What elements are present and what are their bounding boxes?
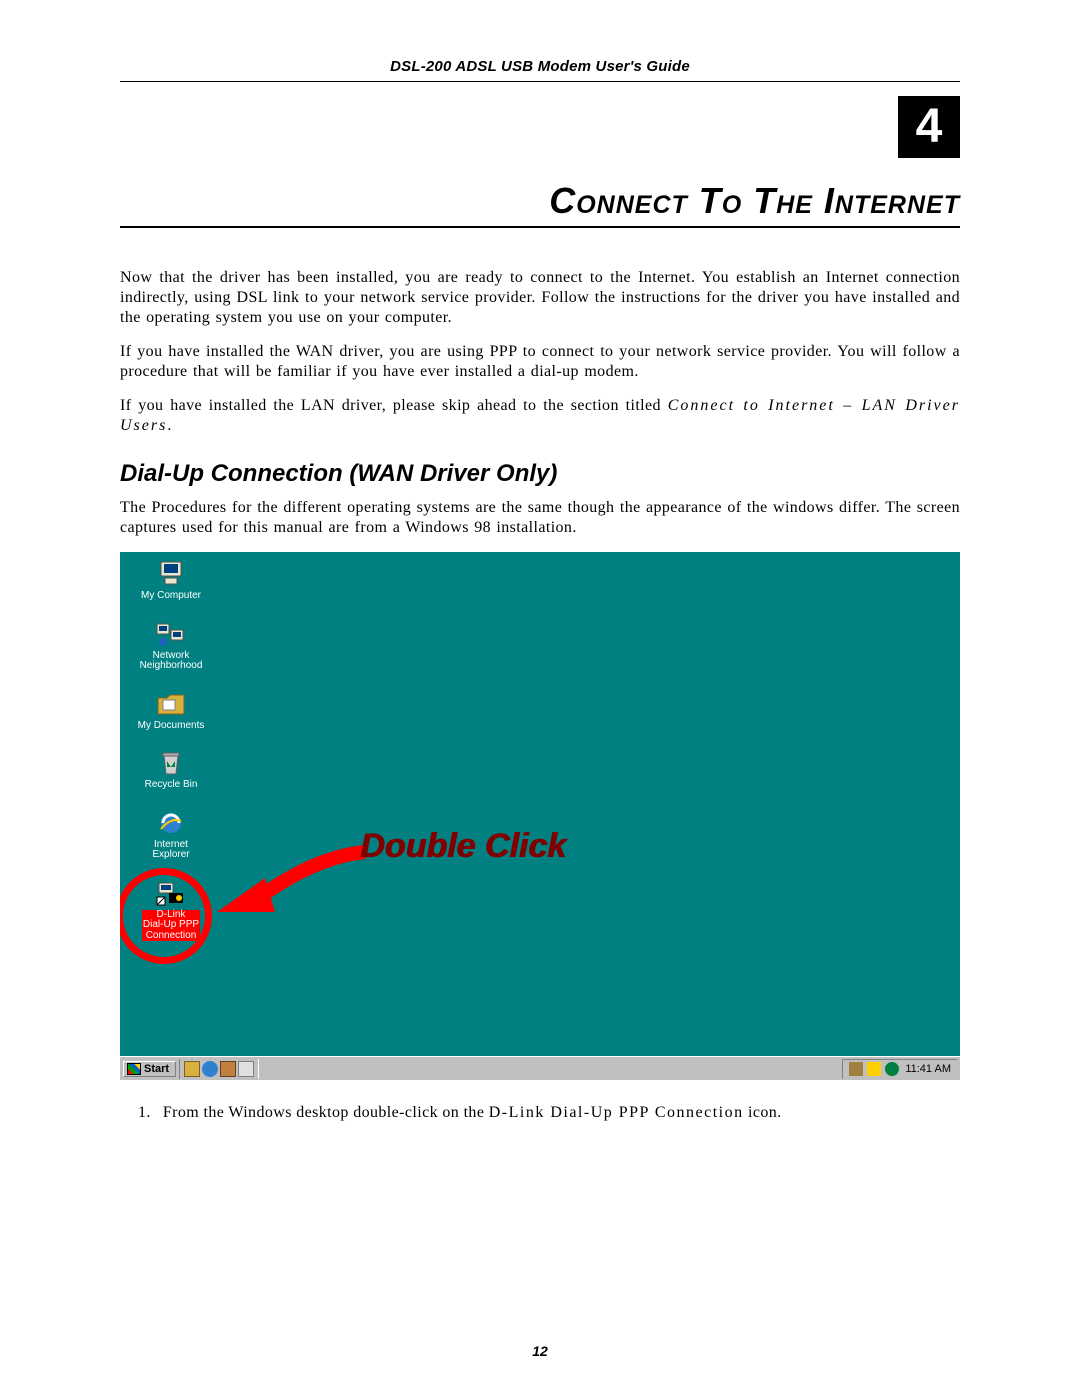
highlight-circle bbox=[120, 868, 212, 964]
start-button[interactable]: Start bbox=[123, 1061, 176, 1077]
icon-label: Internet Explorer bbox=[152, 839, 189, 861]
step-1-lead: From the Windows desktop double-click on… bbox=[163, 1104, 489, 1121]
system-tray[interactable]: 11:41 AM bbox=[842, 1059, 957, 1079]
chapter-number-badge: 4 bbox=[898, 96, 960, 158]
chapter-heading: Connect To The Internet bbox=[120, 168, 960, 228]
double-click-annotation: Double Click bbox=[360, 827, 566, 866]
network-icon bbox=[155, 620, 187, 648]
arrow-annotation bbox=[205, 842, 375, 932]
step-1-text: From the Windows desktop double-click on… bbox=[163, 1104, 960, 1122]
windows98-desktop-screenshot: My Computer Network Neighborhood My Docu… bbox=[120, 552, 960, 1080]
network-neighborhood-icon[interactable]: Network Neighborhood bbox=[126, 620, 216, 672]
icon-label: Recycle Bin bbox=[145, 779, 198, 790]
windows-logo-icon bbox=[127, 1063, 141, 1075]
ie-icon bbox=[155, 809, 187, 837]
recycle-bin-icon[interactable]: Recycle Bin bbox=[126, 749, 216, 791]
p3-lead: If you have installed the LAN driver, pl… bbox=[120, 397, 668, 414]
step-1-tail: icon. bbox=[744, 1104, 782, 1121]
my-documents-icon[interactable]: My Documents bbox=[126, 690, 216, 732]
taskbar-clock[interactable]: 11:41 AM bbox=[903, 1063, 951, 1075]
tray-volume-icon[interactable] bbox=[867, 1062, 881, 1076]
header-divider bbox=[120, 81, 960, 82]
computer-icon bbox=[155, 560, 187, 588]
start-label: Start bbox=[144, 1063, 169, 1075]
p3-tail: . bbox=[167, 417, 171, 434]
quicklaunch-icon[interactable] bbox=[184, 1061, 200, 1077]
intro-paragraph-2: If you have installed the WAN driver, yo… bbox=[120, 342, 960, 382]
folder-icon bbox=[155, 690, 187, 718]
internet-explorer-icon[interactable]: Internet Explorer bbox=[126, 809, 216, 861]
quicklaunch-outlook-icon[interactable] bbox=[220, 1061, 236, 1077]
section-intro: The Procedures for the different operati… bbox=[120, 498, 960, 538]
trash-icon bbox=[155, 749, 187, 777]
icon-label: My Documents bbox=[138, 720, 205, 731]
my-computer-icon[interactable]: My Computer bbox=[126, 560, 216, 602]
intro-paragraph-1: Now that the driver has been installed, … bbox=[120, 268, 960, 328]
tray-network-icon[interactable] bbox=[885, 1062, 899, 1076]
taskbar: Start 11:41 AM bbox=[120, 1056, 960, 1080]
step-1-number: 1. bbox=[120, 1104, 151, 1122]
instruction-list: 1. From the Windows desktop double-click… bbox=[120, 1104, 960, 1122]
icon-label: My Computer bbox=[141, 590, 201, 601]
page-header-title: DSL-200 ADSL USB Modem User's Guide bbox=[120, 58, 960, 81]
intro-paragraph-3: If you have installed the LAN driver, pl… bbox=[120, 396, 960, 436]
icon-label: Network Neighborhood bbox=[140, 650, 203, 672]
step-1-icon-name: D-Link Dial-Up PPP Connection bbox=[489, 1104, 744, 1121]
tray-icon[interactable] bbox=[849, 1062, 863, 1076]
quicklaunch-ie-icon[interactable] bbox=[202, 1061, 218, 1077]
section-heading-dialup: Dial-Up Connection (WAN Driver Only) bbox=[120, 460, 960, 488]
quicklaunch-desktop-icon[interactable] bbox=[238, 1061, 254, 1077]
quick-launch-bar[interactable] bbox=[179, 1059, 259, 1079]
step-1: 1. From the Windows desktop double-click… bbox=[120, 1104, 960, 1122]
page-number: 12 bbox=[0, 1343, 1080, 1359]
